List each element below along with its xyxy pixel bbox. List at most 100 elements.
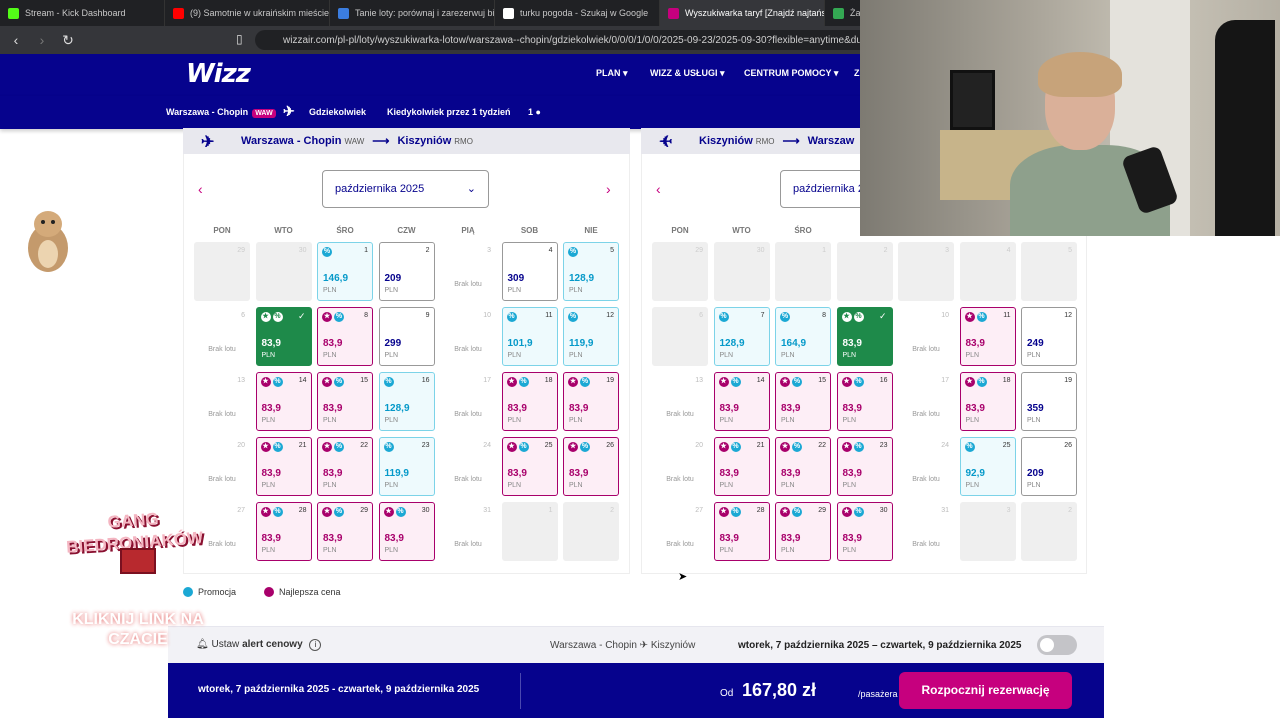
prev-month-icon[interactable]: ‹ [656,181,661,197]
calendar-day[interactable]: 18 ★% 83,9 PLN [959,372,1016,431]
calendar-day[interactable]: 11 ★% 83,9 PLN [959,307,1016,366]
calendar-day[interactable]: 15 ★% 83,9 PLN [317,372,373,431]
calendar-day[interactable]: 31 Brak lotu [898,502,954,561]
forward-icon[interactable]: › [32,32,52,48]
no-flight-label: Brak lotu [912,541,940,548]
currency-label: PLN [507,417,522,424]
browser-tab[interactable]: Wyszukiwarka taryf [Znajdź najtańs✕ [660,0,825,26]
url-field[interactable]: wizzair.com/pl-pl/loty/wyszukiwarka-loto… [255,30,875,50]
calendar-day[interactable]: 19 359 PLN [1021,372,1077,431]
calendar-day[interactable]: 9★%✓83,9PLN [836,307,893,366]
calendar-day[interactable]: 28 ★% 83,9 PLN [713,502,770,561]
calendar-day[interactable]: 18 ★% 83,9 PLN [501,372,558,431]
currency-label: PLN [569,482,583,489]
favicon-icon [338,7,349,19]
currency-label: PLN [965,352,980,359]
browser-tab[interactable]: turku pogoda - Szukaj w Google [495,0,660,26]
calendar-day[interactable]: 27 Brak lotu [652,502,708,561]
calendar-day[interactable]: 8% 164,9 PLN [775,307,831,366]
calendar-day[interactable]: 28 ★% 83,9 PLN [255,502,312,561]
search-destination[interactable]: Gdziekolwiek [309,107,366,117]
nav-centrum-pomocy[interactable]: CENTRUM POMOCY ▾ [744,68,838,79]
star-icon: ★ [718,442,729,452]
calendar-day[interactable]: 12% 119,9 PLN [563,307,619,366]
wizz-logo[interactable]: Wizz [186,59,251,89]
calendar-day[interactable]: 21 ★% 83,9 PLN [713,437,770,496]
promo-icon: % [334,507,344,517]
calendar-day[interactable]: 30 ★% 83,9 PLN [836,502,893,561]
calendar-day[interactable]: 11% 101,9 PLN [501,307,558,366]
calendar-day[interactable]: 29 ★% 83,9 PLN [775,502,831,561]
reload-icon[interactable]: ↻ [58,32,78,49]
favicon-icon [668,7,679,19]
calendar-day[interactable]: 15 ★% 83,9 PLN [775,372,831,431]
calendar-day[interactable]: 20 Brak lotu [652,437,708,496]
calendar-day[interactable]: 12 249 PLN [1021,307,1077,366]
promo-icon: % [383,377,394,387]
calendar-day[interactable]: 20 Brak lotu [194,437,250,496]
calendar-day[interactable]: 6 Brak lotu [194,307,250,366]
calendar-day[interactable]: 10 Brak lotu [898,307,954,366]
nav-wizz-uslugi[interactable]: WIZZ & USŁUGI ▾ [650,68,725,79]
calendar-day[interactable]: 25 ★% 83,9 PLN [501,437,558,496]
calendar-day[interactable]: 25% 92,9 PLN [959,437,1016,496]
calendar-day[interactable]: 17 Brak lotu [898,372,954,431]
calendar-day[interactable]: 26 ★% 83,9 PLN [563,437,619,496]
calendar-day[interactable]: 1% 146,9 PLN [317,242,373,301]
calendar-day[interactable]: 26 209 PLN [1021,437,1077,496]
calendar-day[interactable]: 30 ★% 83,9 PLN [378,502,435,561]
day-number: 23 [421,442,430,449]
day-price: 83,9 [965,403,985,414]
calendar-day[interactable]: 23% 119,9 PLN [378,437,435,496]
browser-tab[interactable]: (9) Samotnie w ukraińskim mieście n [165,0,330,26]
start-booking-button[interactable]: Rozpocznij rezerwację [899,672,1072,709]
calendar-day[interactable]: 7% 128,9 PLN [713,307,770,366]
calendar-day[interactable]: 14 ★% 83,9 PLN [255,372,312,431]
calendar-day[interactable]: 10 Brak lotu [440,307,496,366]
calendar-day: 2 [563,502,619,561]
calendar-day[interactable]: 7★%✓83,9PLN [255,307,312,366]
promo-icon: % [853,377,864,387]
nav-plan[interactable]: PLAN ▾ [596,68,628,79]
calendar-day[interactable]: 8 ★% 83,9 PLN [317,307,373,366]
nav-more[interactable]: Z [854,68,860,78]
info-icon[interactable]: i [309,639,322,651]
browser-tab[interactable]: Stream - Kick Dashboard [0,0,165,26]
person-icon: ● [535,107,541,117]
calendar-day[interactable]: 9 299 PLN [378,307,435,366]
search-passengers[interactable]: 1 ● [528,107,541,117]
search-origin[interactable]: Warszawa - Chopin WAW [166,107,276,118]
search-dates[interactable]: Kiedykolwiek przez 1 tydzień [387,107,511,117]
next-month-icon[interactable]: › [606,181,611,197]
calendar-day[interactable]: 4 309 PLN [501,242,558,301]
origin-code-badge: WAW [252,109,276,118]
currency-label: PLN [323,482,337,489]
prev-month-icon[interactable]: ‹ [198,181,203,197]
calendar-day[interactable]: 21 ★% 83,9 PLN [255,437,312,496]
bookmark-icon[interactable]: ▯ [236,32,243,46]
back-icon[interactable]: ‹ [6,32,26,48]
outbound-month-select[interactable]: października 2025 ⌄ [322,170,489,208]
star-icon: ★ [718,377,729,387]
calendar-day[interactable]: 22 ★% 83,9 PLN [317,437,373,496]
price-alert-toggle[interactable] [1037,635,1077,655]
calendar-day[interactable]: 17 Brak lotu [440,372,496,431]
calendar-day[interactable]: 5% 128,9 PLN [563,242,619,301]
calendar-day[interactable]: 13 Brak lotu [194,372,250,431]
calendar-day[interactable]: 23 ★% 83,9 PLN [836,437,893,496]
promo-icon: % [334,377,344,387]
calendar-day[interactable]: 13 Brak lotu [652,372,708,431]
calendar-day[interactable]: 14 ★% 83,9 PLN [713,372,770,431]
calendar-day[interactable]: 2 209 PLN [378,242,435,301]
browser-tab[interactable]: Tanie loty: porównaj i zarezerwuj bile [330,0,495,26]
calendar-day[interactable]: 22 ★% 83,9 PLN [775,437,831,496]
calendar-day[interactable]: 19 ★% 83,9 PLN [563,372,619,431]
calendar-day[interactable]: 24 Brak lotu [440,437,496,496]
day-number: 2 [610,507,614,514]
calendar-day[interactable]: 16% 128,9 PLN [378,372,435,431]
calendar-day[interactable]: 16 ★% 83,9 PLN [836,372,893,431]
calendar-day[interactable]: 24 Brak lotu [898,437,954,496]
calendar-day[interactable]: 29 ★% 83,9 PLN [317,502,373,561]
calendar-day[interactable]: 3 Brak lotu [440,242,496,301]
calendar-day[interactable]: 31 Brak lotu [440,502,496,561]
